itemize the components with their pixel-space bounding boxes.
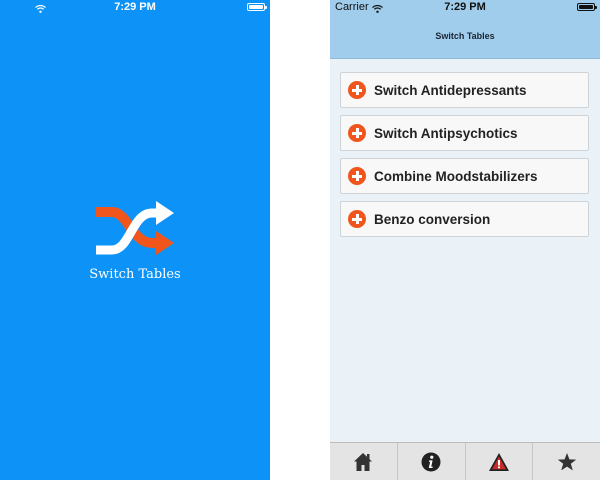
shuffle-arrows-icon [96, 201, 174, 255]
app-title: Switch Tables [89, 267, 181, 282]
plus-circle-icon [348, 167, 366, 185]
plus-circle-icon [348, 124, 366, 142]
battery-icon [247, 3, 267, 11]
menu-item-label: Switch Antidepressants [374, 83, 527, 98]
navigation-bar: Carrier 7:29 PM Switch Tables [330, 0, 600, 59]
splash-screen: 7:29 PM Switch Tables [0, 0, 270, 480]
menu-list: Switch Antidepressants Switch Antipsycho… [340, 72, 589, 244]
page-title: Switch Tables [435, 31, 495, 41]
menu-item-switch-antidepressants[interactable]: Switch Antidepressants [340, 72, 589, 108]
menu-screen: Carrier 7:29 PM Switch Tables Switch Ant… [330, 0, 600, 480]
menu-item-label: Benzo conversion [374, 212, 491, 227]
warning-icon [488, 452, 509, 471]
tab-warning[interactable] [464, 443, 533, 480]
status-bar: Carrier 7:29 PM [330, 0, 600, 14]
tab-favorites[interactable] [532, 443, 600, 480]
home-icon [354, 452, 373, 471]
tab-bar [330, 442, 600, 480]
menu-item-label: Combine Moodstabilizers [374, 169, 538, 184]
plus-circle-icon [348, 81, 366, 99]
star-icon [557, 452, 576, 470]
info-icon [421, 452, 441, 471]
menu-item-switch-antipsychotics[interactable]: Switch Antipsychotics [340, 115, 589, 151]
tab-info[interactable] [396, 443, 465, 480]
tab-home[interactable] [330, 443, 397, 480]
plus-circle-icon [348, 210, 366, 228]
status-time: 7:29 PM [114, 1, 156, 13]
menu-item-benzo-conversion[interactable]: Benzo conversion [340, 201, 589, 237]
menu-item-label: Switch Antipsychotics [374, 126, 518, 141]
battery-icon [577, 3, 597, 11]
status-time: 7:29 PM [444, 1, 486, 13]
menu-item-combine-moodstabilizers[interactable]: Combine Moodstabilizers [340, 158, 589, 194]
status-bar: 7:29 PM [0, 0, 270, 14]
